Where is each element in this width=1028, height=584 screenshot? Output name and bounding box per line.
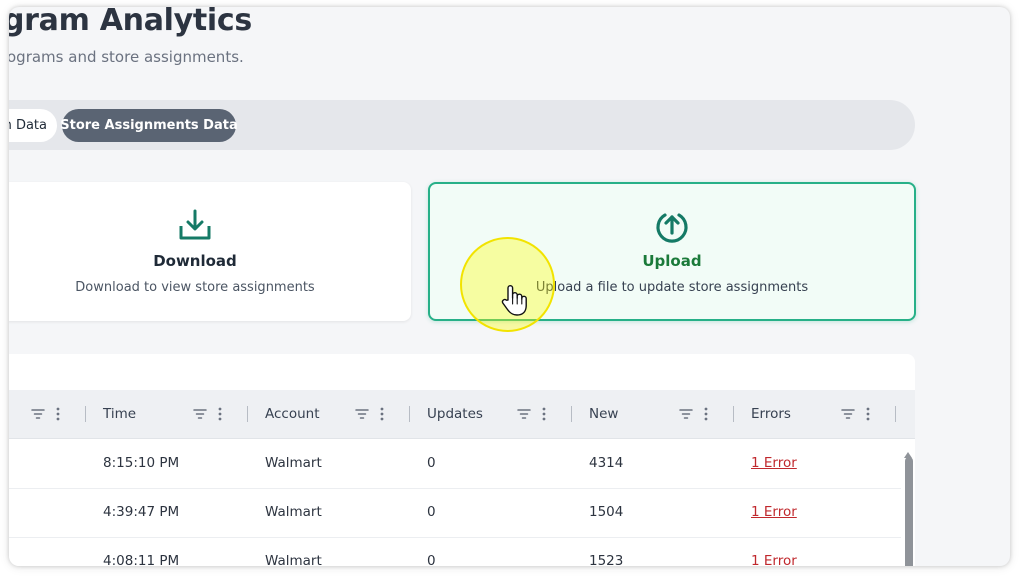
filter-icon[interactable] <box>193 408 207 420</box>
app-window: gram Analytics ograms and store assignme… <box>9 7 1010 566</box>
circle-arrow-up-icon <box>654 208 690 248</box>
tab-label: Store Assignments Data <box>60 118 238 133</box>
column-menu-icon[interactable] <box>218 407 222 421</box>
table-row[interactable]: 4:39:47 PM Walmart 0 1504 1 Error <box>9 488 901 538</box>
table-row[interactable]: 4:08:11 PM Walmart 0 1523 1 Error <box>9 537 901 566</box>
column-header-updates[interactable]: Updates <box>427 390 483 438</box>
filter-icon[interactable] <box>31 408 45 420</box>
cell-new: 4314 <box>589 455 624 471</box>
table-header: Time Account Updates New Errors <box>9 390 915 439</box>
column-tools <box>31 390 60 438</box>
cell-updates: 0 <box>427 455 436 471</box>
cell-time: 4:08:11 PM <box>103 553 180 566</box>
column-menu-icon[interactable] <box>380 407 384 421</box>
column-header-new[interactable]: New <box>589 390 618 438</box>
column-tools <box>841 390 870 438</box>
cell-account: Walmart <box>265 504 322 520</box>
column-separator[interactable] <box>247 406 248 422</box>
column-separator[interactable] <box>733 406 734 422</box>
column-menu-icon[interactable] <box>542 407 546 421</box>
tab-program-data[interactable]: n Data <box>9 109 57 142</box>
table-row[interactable]: 8:15:10 PM Walmart 0 4314 1 Error <box>9 439 901 489</box>
cell-updates: 0 <box>427 504 436 520</box>
column-separator[interactable] <box>409 406 410 422</box>
column-menu-icon[interactable] <box>56 407 60 421</box>
vertical-scrollbar[interactable] <box>901 439 915 566</box>
column-separator[interactable] <box>895 406 896 422</box>
tab-store-assignments-data[interactable]: Store Assignments Data <box>60 109 238 142</box>
download-title: Download <box>153 252 237 270</box>
filter-icon[interactable] <box>355 408 369 420</box>
column-separator[interactable] <box>571 406 572 422</box>
column-tools <box>193 390 222 438</box>
upload-description: Upload a file to update store assignment… <box>535 280 809 295</box>
upload-log-table: g Time Account Updates <box>9 354 915 566</box>
cell-updates: 0 <box>427 553 436 566</box>
download-tray-icon <box>178 208 212 246</box>
column-tools <box>355 390 384 438</box>
filter-icon[interactable] <box>841 408 855 420</box>
upload-title: Upload <box>642 252 702 270</box>
cell-new: 1504 <box>589 504 624 520</box>
tab-bar: n Data Store Assignments Data <box>9 100 915 150</box>
tab-label: n Data <box>9 118 47 133</box>
filter-icon[interactable] <box>517 408 531 420</box>
page-title: gram Analytics <box>9 7 252 38</box>
upload-card[interactable]: Upload Upload a file to update store ass… <box>428 182 916 321</box>
column-menu-icon[interactable] <box>704 407 708 421</box>
column-tools <box>517 390 546 438</box>
cell-new: 1523 <box>589 553 624 566</box>
column-menu-icon[interactable] <box>866 407 870 421</box>
cell-time: 4:39:47 PM <box>103 504 180 520</box>
error-link[interactable]: 1 Error <box>751 439 797 487</box>
filter-icon[interactable] <box>679 408 693 420</box>
download-card[interactable]: Download Download to view store assignme… <box>9 182 411 321</box>
column-header-errors[interactable]: Errors <box>751 390 791 438</box>
column-header-account[interactable]: Account <box>265 390 320 438</box>
cell-account: Walmart <box>265 455 322 471</box>
download-description: Download to view store assignments <box>75 280 315 295</box>
page-subtitle: ograms and store assignments. <box>9 48 244 66</box>
cell-time: 8:15:10 PM <box>103 455 180 471</box>
cell-account: Walmart <box>265 553 322 566</box>
scrollbar-thumb[interactable] <box>905 457 913 566</box>
column-tools <box>679 390 708 438</box>
error-link[interactable]: 1 Error <box>751 537 797 566</box>
column-header-time[interactable]: Time <box>103 390 136 438</box>
error-link[interactable]: 1 Error <box>751 488 797 536</box>
column-separator[interactable] <box>85 406 86 422</box>
